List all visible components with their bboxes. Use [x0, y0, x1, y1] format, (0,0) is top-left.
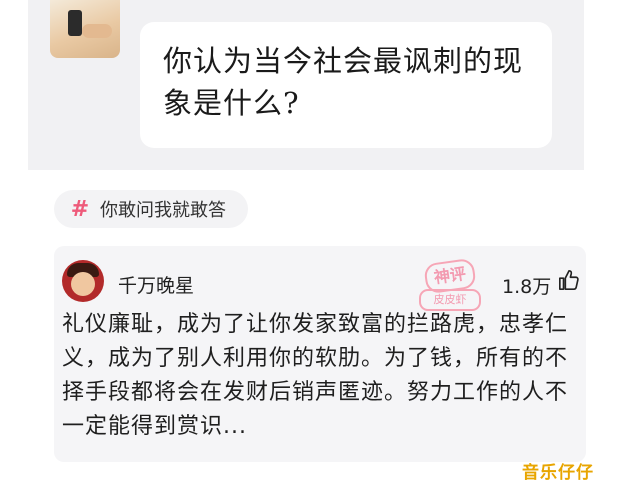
award-stamp-icon: 神评 皮皮虾	[419, 257, 481, 311]
author-name[interactable]: 千万晚星	[118, 271, 194, 298]
avatar-face	[71, 272, 95, 296]
arm-shape	[82, 24, 112, 38]
topic-tag[interactable]: # 你敢问我就敢答	[54, 190, 248, 228]
answer-text: 礼仪廉耻，成为了让你发家致富的拦路虎，忠孝仁义，成为了别人利用你的软肋。为了钱，…	[62, 312, 569, 439]
topic-label: 你敢问我就敢答	[100, 200, 226, 221]
question-bubble: 你认为当今社会最讽刺的现象是什么?	[140, 22, 552, 148]
asker-avatar[interactable]	[50, 0, 120, 58]
hash-icon: #	[70, 196, 90, 222]
question-text: 你认为当今社会最讽刺的现象是什么?	[163, 44, 524, 120]
watermark: 音乐仔仔	[522, 463, 594, 483]
like-count: 1.8万	[502, 276, 552, 298]
thumbs-up-icon[interactable]	[558, 268, 580, 292]
answer-card[interactable]: 千万晚星 神评 皮皮虾 1.8万 礼仪廉耻，成为了让你发家致富的拦路虎，忠孝仁义…	[54, 246, 586, 462]
phone-shape	[68, 10, 82, 36]
author-avatar[interactable]	[62, 260, 104, 302]
